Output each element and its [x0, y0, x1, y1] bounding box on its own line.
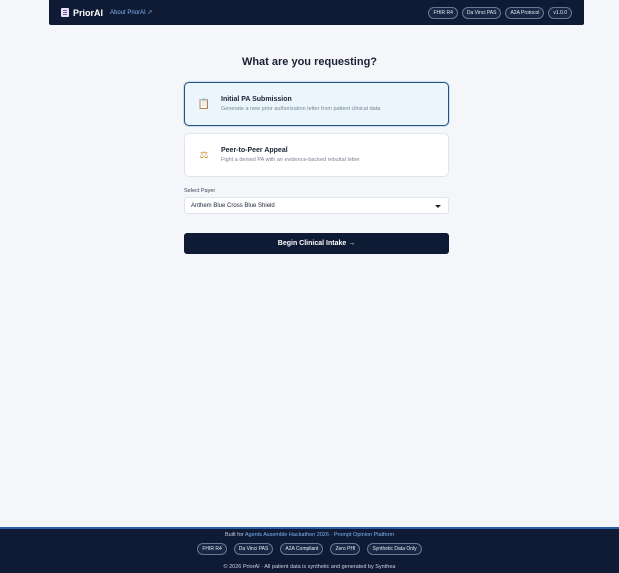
footer-badge-a2a: A2A Compliant — [280, 543, 324, 555]
main-content: What are you requesting? 📋 Initial PA Su… — [0, 27, 619, 527]
app-logo[interactable]: PriorAI — [73, 8, 103, 18]
clipboard-icon: 📋 — [197, 98, 211, 110]
header-badges: FHIR R4 Da Vinci PAS A2A Protocol v1.0.0 — [428, 6, 572, 19]
footer-badge-davinci: Da Vinci PAS — [233, 543, 274, 555]
footer-badge-zero-phi: Zero PHI — [330, 543, 361, 555]
top-nav-bar: PriorAI About PriorAI ↗ FHIR R4 Da Vinci… — [49, 0, 584, 25]
about-link[interactable]: About PriorAI ↗ — [110, 9, 152, 16]
hackathon-link[interactable]: Agents Assemble Hackathon 2026 · Prompt … — [245, 532, 394, 538]
badge-version: v1.0.0 — [548, 6, 572, 19]
option-initial-pa[interactable]: 📋 Initial PA Submission Generate a new p… — [184, 82, 449, 126]
option-description: Fight a denied PA with an evidence-backe… — [221, 157, 360, 163]
footer-built-for: Built for Agents Assemble Hackathon 2026… — [0, 532, 619, 538]
payer-label: Select Payer — [184, 188, 216, 194]
begin-intake-button[interactable]: Begin Clinical Intake → — [184, 233, 449, 254]
footer-badge-fhir: FHIR R4 — [197, 543, 227, 555]
option-title: Peer-to-Peer Appeal — [221, 147, 288, 154]
footer-badges: FHIR R4 Da Vinci PAS A2A Compliant Zero … — [0, 543, 619, 555]
option-peer-appeal[interactable]: ⚖ Peer-to-Peer Appeal Fight a denied PA … — [184, 133, 449, 177]
option-description: Generate a new prior authorization lette… — [221, 106, 381, 112]
payer-select[interactable]: Anthem Blue Cross Blue Shield — [184, 197, 449, 214]
badge-a2a: A2A Protocol — [505, 6, 545, 19]
header-background: PriorAI About PriorAI ↗ FHIR R4 Da Vinci… — [0, 0, 619, 27]
footer: Built for Agents Assemble Hackathon 2026… — [0, 527, 619, 573]
payer-selected-value: Anthem Blue Cross Blue Shield — [191, 202, 275, 209]
footer-copyright: © 2026 PriorAI · All patient data is syn… — [223, 564, 396, 570]
clipboard-icon — [61, 8, 69, 17]
option-title: Initial PA Submission — [221, 96, 292, 103]
badge-davinci: Da Vinci PAS — [461, 6, 502, 19]
footer-badge-synthetic: Synthetic Data Only — [367, 543, 422, 555]
caret-down-icon — [435, 205, 441, 208]
page-title: What are you requesting? — [241, 56, 378, 68]
scales-icon: ⚖ — [199, 149, 209, 161]
built-for-prefix: Built for — [224, 532, 244, 538]
badge-fhir: FHIR R4 — [428, 6, 458, 19]
